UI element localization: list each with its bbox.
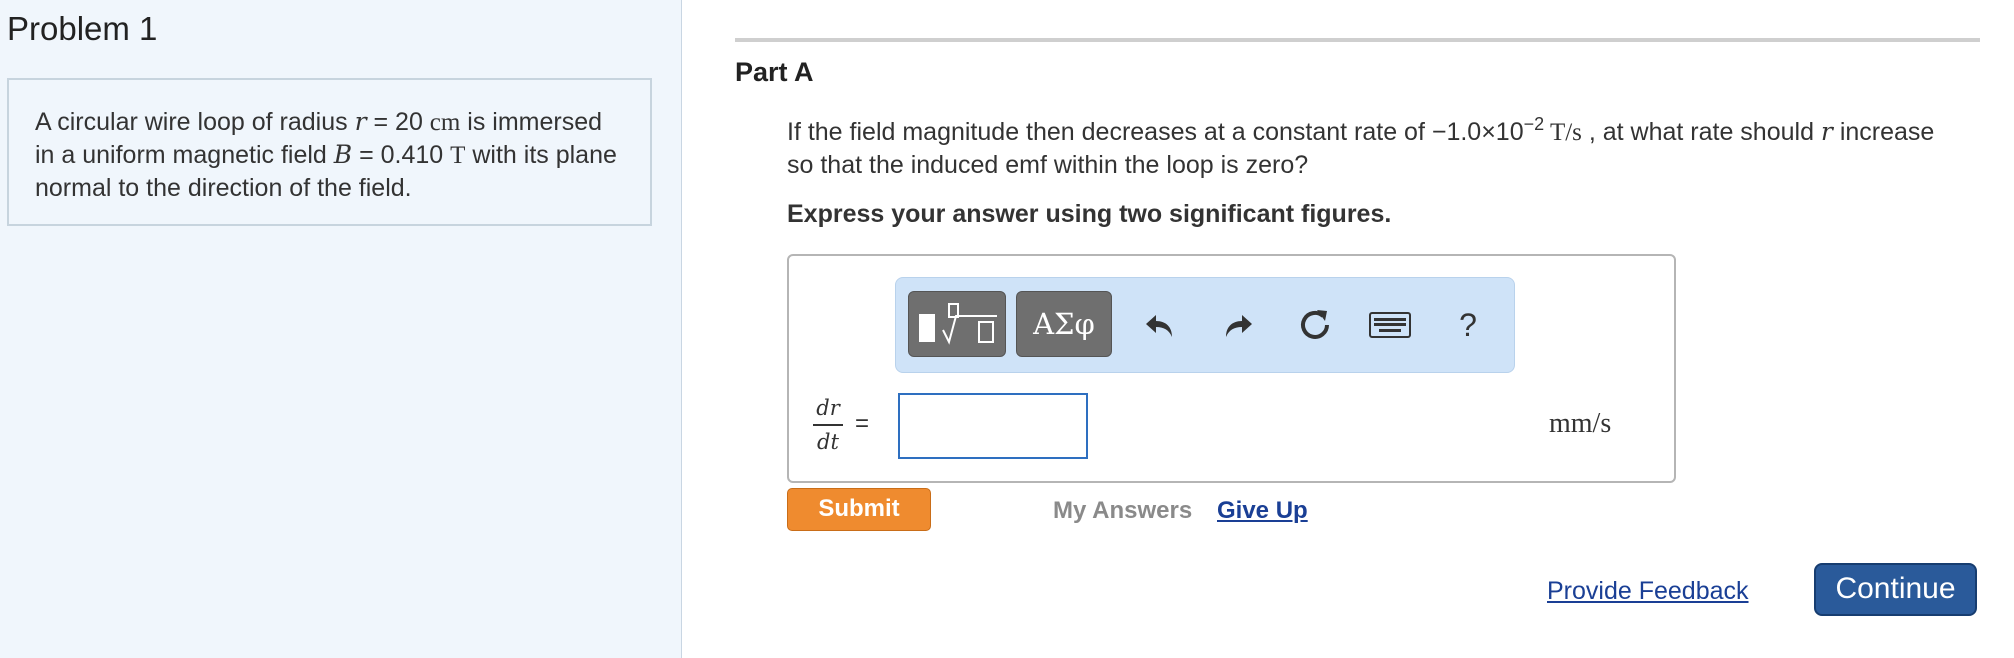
continue-button[interactable]: Continue	[1814, 563, 1977, 616]
question-part: , at what rate should	[1581, 118, 1821, 146]
exponent: −2	[1523, 114, 1545, 134]
field-unit: T	[450, 142, 466, 169]
undo-icon[interactable]	[1136, 300, 1184, 350]
give-up-link[interactable]: Give Up	[1217, 497, 1308, 525]
answer-area: ΑΣφ ? dr dt = mm/s	[787, 254, 1676, 483]
problem-text: = 20	[366, 108, 430, 136]
problem-text: = 0.410	[352, 141, 451, 169]
answer-input[interactable]	[898, 393, 1088, 459]
rate-unit: T/s	[1544, 119, 1582, 146]
part-title: Part A	[735, 57, 814, 87]
part-divider	[735, 38, 1980, 42]
submit-button[interactable]: Submit	[787, 488, 931, 531]
help-button[interactable]: ?	[1444, 300, 1492, 350]
problem-title: Problem 1	[7, 10, 158, 47]
problem-pane: Problem 1 A circular wire loop of radius…	[0, 0, 682, 658]
keyboard-icon[interactable]	[1366, 300, 1414, 350]
radius-variable: r	[354, 107, 367, 136]
problem-statement: A circular wire loop of radius r = 20 cm…	[7, 78, 652, 226]
field-variable: B	[333, 140, 353, 169]
templates-button[interactable]	[908, 291, 1006, 357]
equals-sign: =	[855, 410, 870, 437]
reset-icon[interactable]	[1291, 300, 1339, 350]
radius-unit: cm	[429, 109, 461, 136]
fraction-bar	[813, 424, 843, 426]
numerator: dr	[816, 396, 840, 420]
instruction-text: Express your answer using two significan…	[787, 200, 1392, 228]
radius-variable: r	[1820, 117, 1833, 146]
problem-text: A circular wire loop of radius	[35, 108, 355, 136]
redo-icon[interactable]	[1214, 300, 1262, 350]
provide-feedback-link[interactable]: Provide Feedback	[1547, 577, 1749, 606]
question-text: If the field magnitude then decreases at…	[787, 115, 1967, 182]
templates-icon	[919, 303, 997, 345]
question-part: If the field magnitude then decreases at…	[787, 118, 1524, 146]
symbols-button[interactable]: ΑΣφ	[1016, 291, 1112, 357]
answer-units: mm/s	[1549, 408, 1612, 439]
derivative-label: dr dt	[813, 396, 843, 454]
my-answers-link[interactable]: My Answers	[1053, 497, 1192, 525]
math-toolbar: ΑΣφ ?	[895, 277, 1515, 373]
denominator: dt	[817, 430, 839, 454]
